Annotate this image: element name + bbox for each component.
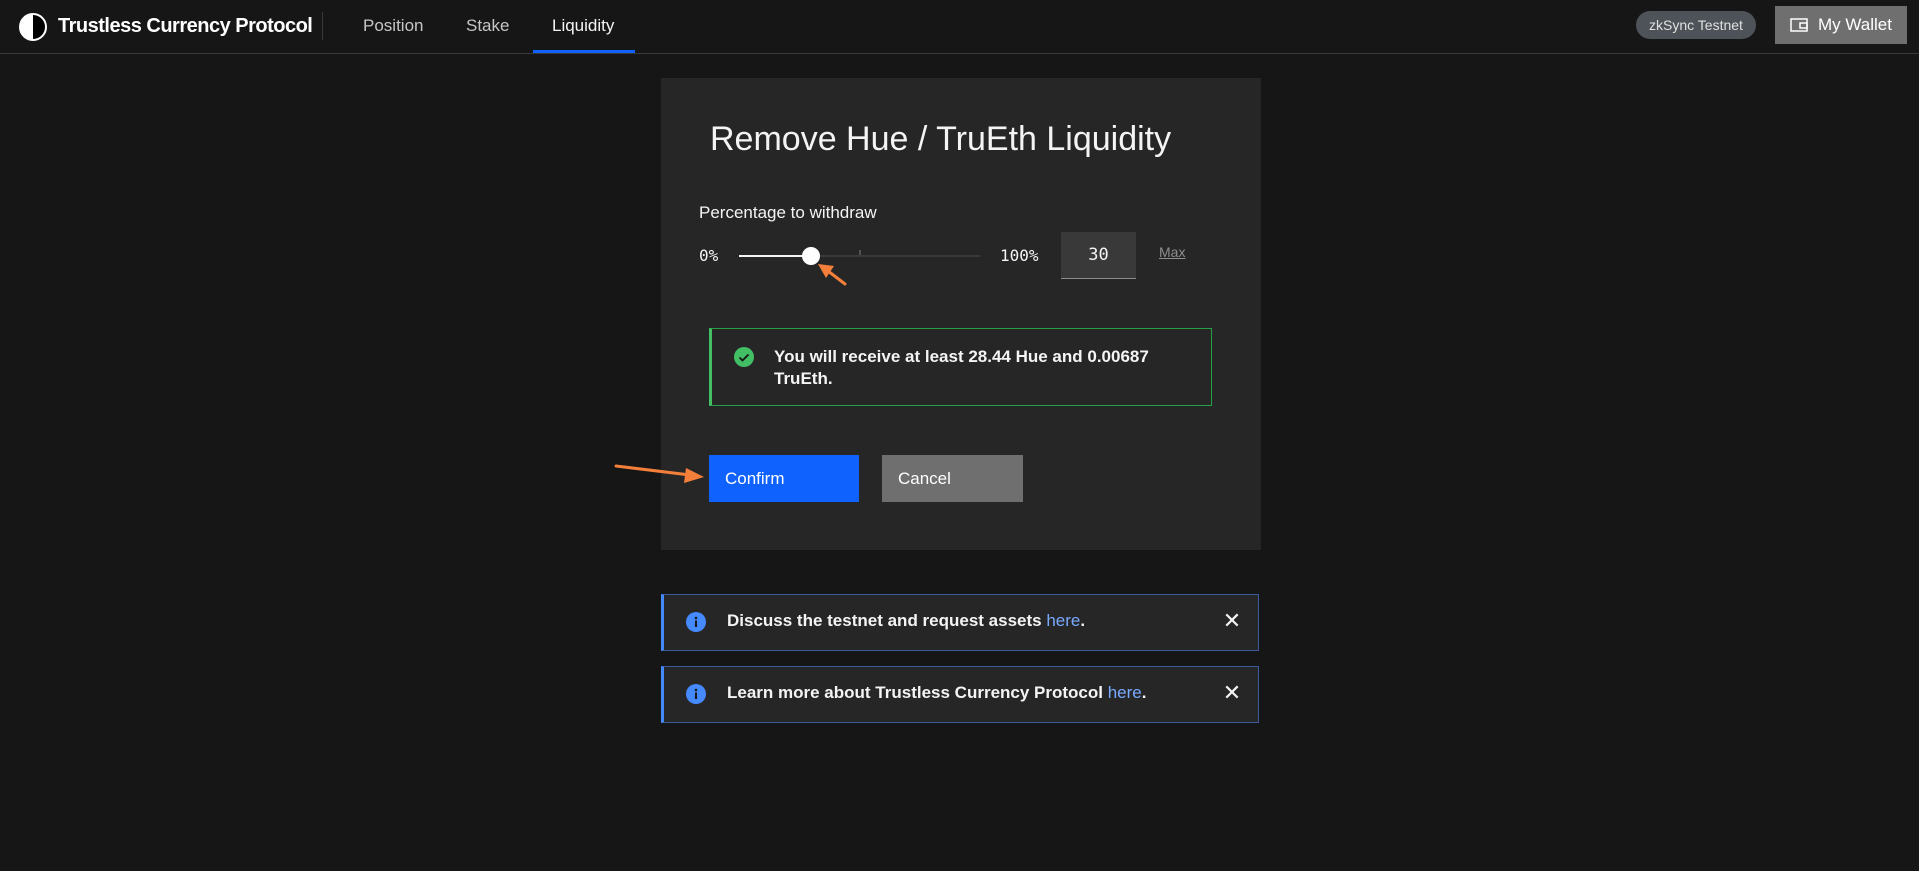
info-icon	[686, 612, 706, 632]
slider-min-label: 0%	[699, 246, 719, 265]
close-icon[interactable]: ✕	[1222, 608, 1242, 634]
testnet-here-link[interactable]: here	[1046, 611, 1080, 630]
my-wallet-label: My Wallet	[1818, 15, 1892, 34]
confirm-button[interactable]: Confirm	[709, 455, 859, 502]
max-link[interactable]: Max	[1159, 244, 1185, 260]
percentage-input[interactable]	[1061, 232, 1136, 279]
brand-name[interactable]: Trustless Currency Protocol	[58, 15, 313, 38]
slider-fill	[739, 255, 812, 257]
my-wallet-button[interactable]: My Wallet	[1775, 6, 1907, 44]
slider-label: Percentage to withdraw	[699, 203, 877, 222]
cancel-button[interactable]: Cancel	[882, 455, 1023, 502]
info-banner-text: Learn more about Trustless Currency Prot…	[727, 683, 1147, 702]
network-badge: zkSync Testnet	[1636, 11, 1756, 39]
learn-more-here-link[interactable]: here	[1108, 683, 1142, 702]
wallet-icon	[1790, 18, 1808, 32]
slider-max-label: 100%	[1000, 246, 1039, 265]
tab-liquidity[interactable]: Liquidity	[552, 16, 614, 36]
info-icon	[686, 684, 706, 704]
checkmark-circle-icon	[734, 347, 754, 367]
tab-position[interactable]: Position	[363, 16, 423, 36]
page-title: Remove Hue / TruEth Liquidity	[710, 120, 1172, 158]
nav-divider	[322, 12, 323, 40]
info-banner-text: Discuss the testnet and request assets h…	[727, 611, 1086, 630]
receive-notice-text: You will receive at least 28.44 Hue and …	[774, 347, 1149, 388]
slider-midpoint-tick	[859, 250, 861, 255]
active-tab-indicator	[533, 50, 635, 53]
close-icon[interactable]: ✕	[1222, 680, 1242, 706]
logo-icon	[19, 13, 47, 41]
tab-stake[interactable]: Stake	[466, 16, 509, 36]
